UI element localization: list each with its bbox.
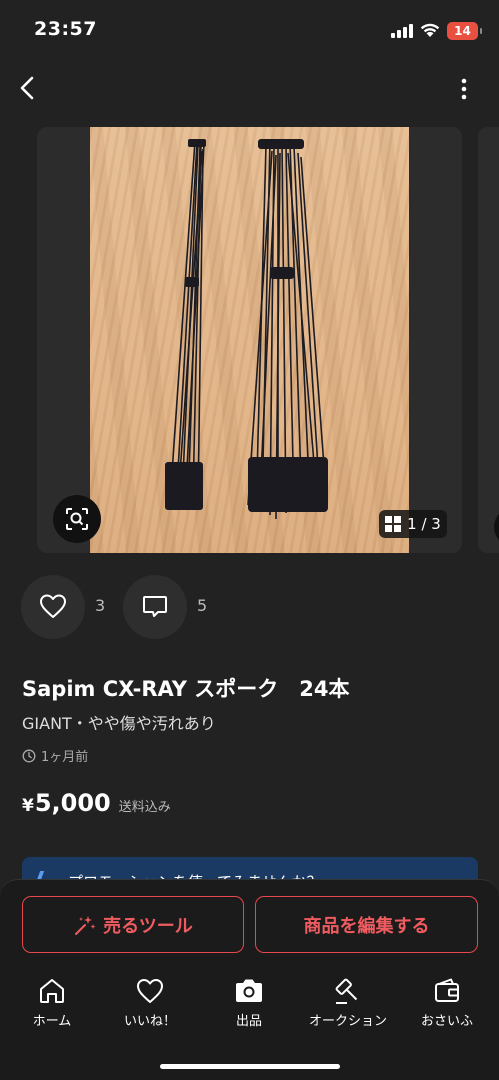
item-subtitle: GIANT・やや傷や汚れあり [22,714,216,733]
clock-icon [22,749,36,762]
tab-home[interactable]: ホーム [12,970,92,1030]
sell-tool-button[interactable]: 売るツール [22,896,244,953]
image-search-icon [66,508,88,530]
tab-sell[interactable]: 出品 [209,970,289,1030]
wifi-icon [420,23,440,37]
battery-indicator: 14 [447,22,482,40]
comment-button[interactable] [123,575,187,639]
sell-tool-label: 売るツール [103,915,193,937]
price-amount: 5,000 [34,789,111,817]
heart-icon [137,979,163,1003]
tab-auction[interactable]: オークション [308,970,388,1030]
camera-icon [236,979,262,1002]
status-bar: 23:57 14 [0,0,499,60]
next-image-peek[interactable] [478,127,499,553]
gavel-icon [335,978,358,1004]
comment-icon [143,596,167,617]
heart-icon [40,594,66,618]
tab-wallet-label: おさいふ [420,1014,473,1029]
status-time: 23:57 [34,18,97,40]
edit-item-label: 商品を編集する [303,915,430,937]
sparkle-icon [75,915,96,935]
product-image-gallery[interactable]: 1 / 3 [37,127,462,553]
image-counter: 1 / 3 [379,510,447,538]
image-search-button[interactable] [53,495,101,543]
comment-count: 5 [197,596,208,615]
shipping-note: 送料込み [118,800,171,815]
price-currency: ¥ [22,796,34,816]
home-icon [40,979,64,1003]
tab-likes-label: いいね！ [123,1014,176,1029]
tab-sell-label: 出品 [235,1014,262,1029]
tab-home-label: ホーム [32,1014,72,1029]
posted-time-label: 1ヶ月前 [41,750,89,765]
image-counter-label: 1 / 3 [407,515,441,533]
item-title: Sapim CX-RAY スポーク 24本 [22,677,350,701]
wallet-icon [435,978,459,1002]
more-options-icon[interactable] [452,76,476,102]
back-arrow-icon[interactable] [14,72,42,104]
tab-auction-label: オークション [308,1014,387,1029]
edit-item-button[interactable]: 商品を編集する [255,896,478,953]
like-button[interactable] [21,575,85,639]
tab-likes[interactable]: いいね！ [110,970,190,1030]
item-price: ¥ 5,000 送料込み [22,789,171,817]
posted-time: 1ヶ月前 [22,746,88,765]
like-count: 3 [95,596,106,615]
home-indicator [160,1064,340,1069]
bottom-tab-bar: ホーム いいね！ 出品 オークション おさいふ [0,970,499,1040]
product-photo[interactable] [90,127,409,553]
grid-icon [385,516,402,532]
tab-wallet[interactable]: おさいふ [407,970,487,1030]
cellular-signal-icon [391,24,413,38]
